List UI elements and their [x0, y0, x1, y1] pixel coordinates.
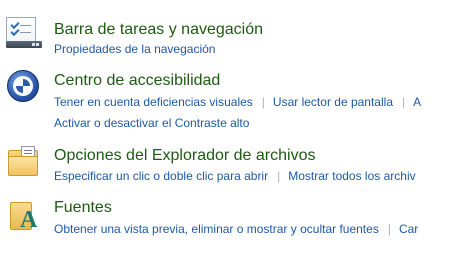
category-title[interactable]: Opciones del Explorador de archivos — [54, 146, 315, 166]
link-show-all[interactable]: Mostrar todos los archiv — [288, 169, 415, 183]
link-row: Tener en cuenta deficiencias visuales | Us… — [54, 94, 421, 110]
font-glyph: A — [20, 207, 38, 233]
accessibility-center-icon[interactable] — [6, 70, 42, 106]
link-separator: | — [402, 95, 406, 109]
link-truncated[interactable]: Car — [399, 222, 418, 236]
link-separator: | — [277, 169, 281, 183]
link-screen-reader[interactable]: Usar lector de pantalla — [273, 95, 393, 109]
category-title[interactable]: Centro de accesibilidad — [54, 71, 220, 91]
link-truncated[interactable]: A — [413, 95, 421, 109]
category-file-explorer-options: Opciones del Explorador de archivos Espe… — [0, 140, 450, 196]
link-row: Especificar un clic o doble clic para ab… — [54, 168, 416, 184]
category-title[interactable]: Fuentes — [54, 198, 112, 218]
link-row: Propiedades de la navegación — [54, 41, 215, 57]
link-row: Activar o desactivar el Contraste alto — [54, 115, 249, 131]
link-separator: | — [387, 222, 391, 236]
taskbar-navigation-icon[interactable] — [6, 17, 42, 53]
link-row: Obtener una vista previa, eliminar o mos… — [54, 221, 418, 237]
folder-options-icon[interactable] — [6, 146, 42, 182]
link-separator: | — [261, 95, 265, 109]
link-preview-fonts[interactable]: Obtener una vista previa, eliminar o mos… — [54, 222, 379, 236]
link-visual-impairments[interactable]: Tener en cuenta deficiencias visuales — [54, 95, 253, 109]
link-click-open[interactable]: Especificar un clic o doble clic para ab… — [54, 169, 268, 183]
category-title[interactable]: Barra de tareas y navegación — [54, 20, 263, 40]
category-taskbar-navigation: Barra de tareas y navegación Propiedades… — [0, 0, 450, 60]
category-fonts: A Fuentes Obtener una vista previa, elim… — [0, 196, 450, 257]
control-panel-category-list: Barra de tareas y navegación Propiedades… — [0, 0, 450, 257]
link-high-contrast[interactable]: Activar o desactivar el Contraste alto — [54, 116, 249, 130]
fonts-folder-icon[interactable]: A — [6, 200, 42, 236]
link-navigation-properties[interactable]: Propiedades de la navegación — [54, 42, 215, 56]
category-accessibility-center: Centro de accesibilidad Tener en cuenta … — [0, 60, 450, 140]
